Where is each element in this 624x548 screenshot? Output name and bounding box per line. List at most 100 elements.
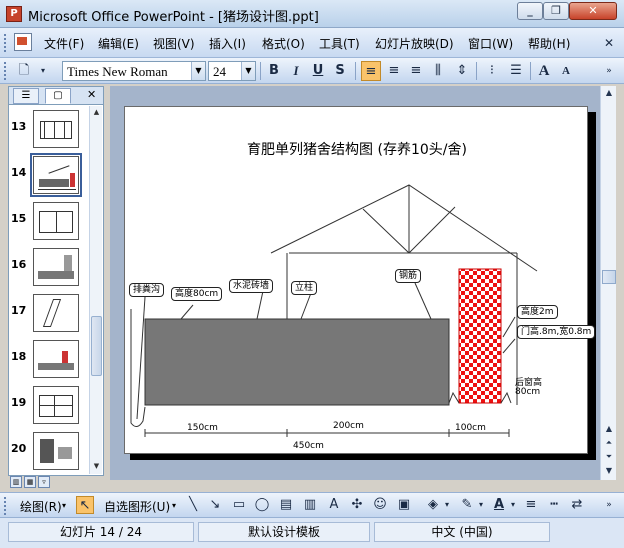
slide-thumbnail-row[interactable]: 14 [9, 152, 89, 198]
next-slide-icon[interactable]: ⏷ [602, 450, 616, 464]
dimension-450cm[interactable]: 450cm [293, 441, 324, 451]
slide-thumbnail-row[interactable]: 17 [9, 290, 89, 336]
slide-thumbnail[interactable] [33, 340, 79, 378]
drain-label[interactable]: 排粪沟 [129, 283, 165, 297]
minimize-button[interactable]: _ [517, 2, 543, 20]
oval-tool-icon[interactable]: ◯ [253, 496, 271, 514]
slide-thumbnail[interactable] [33, 432, 79, 470]
design-template-status[interactable]: 默认设计模板 [198, 522, 370, 542]
slide-thumbnail[interactable] [33, 110, 79, 148]
close-window-button[interactable]: ✕ [569, 2, 617, 20]
scroll-down-icon[interactable]: ▲ [602, 422, 616, 436]
slide-thumbnail-row[interactable]: 16 [9, 244, 89, 290]
menu-view[interactable]: 视图(V) [153, 35, 195, 52]
new-slide-icon[interactable]: 🗋 [14, 61, 34, 81]
chevron-down-icon[interactable]: ▾ [62, 501, 66, 510]
slide-title[interactable]: 育肥单列猪舍结构图 (存养10头/舍) [125, 139, 589, 159]
select-pointer-icon[interactable]: ↖ [76, 496, 94, 514]
slide-thumbnail-row[interactable]: 18 [9, 336, 89, 382]
menu-grip-icon[interactable] [4, 34, 7, 52]
menu-edit[interactable]: 编辑(E) [98, 35, 139, 52]
chevron-down-icon[interactable]: ▼ [241, 62, 255, 80]
slide-thumbnail[interactable] [33, 294, 79, 332]
slide-sorter-view-icon[interactable]: ▦ [24, 476, 36, 488]
slide-thumbnail[interactable] [33, 386, 79, 424]
menu-format[interactable]: 格式(O) [262, 35, 305, 52]
draw-menu[interactable]: 绘图(R) [20, 498, 62, 515]
door-size-label[interactable]: 门高.8m,宽0.8m [517, 325, 596, 339]
height-2m-label[interactable]: 高度2m [517, 305, 558, 319]
dimension-200cm[interactable]: 200cm [333, 421, 364, 431]
align-left-icon[interactable]: ≡ [361, 61, 381, 81]
menu-insert[interactable]: 插入(I) [209, 35, 246, 52]
chevron-down-icon[interactable]: ▾ [442, 496, 452, 514]
grow-font-button[interactable]: A [534, 61, 554, 81]
toolbar-grip-icon[interactable] [4, 62, 7, 80]
powerpoint-app-icon[interactable]: P [6, 6, 22, 22]
height-80cm-label[interactable]: 高度80cm [171, 287, 223, 301]
line-color-icon[interactable]: ✎ [458, 496, 476, 514]
dash-style-icon[interactable]: ┅ [545, 496, 563, 514]
scroll-up-icon[interactable]: ▲ [90, 106, 103, 119]
menu-tools[interactable]: 工具(T) [319, 35, 360, 52]
restore-button[interactable]: ❐ [543, 2, 569, 20]
column-label[interactable]: 立柱 [291, 281, 318, 295]
vertical-textbox-icon[interactable]: ▥ [301, 496, 319, 514]
close-document-icon[interactable]: ✕ [604, 36, 614, 50]
shadow-button[interactable]: S [330, 61, 350, 81]
previous-slide-icon[interactable]: ⏶ [602, 436, 616, 450]
rectangle-tool-icon[interactable]: ▭ [230, 496, 248, 514]
line-style-icon[interactable]: ≡ [522, 496, 540, 514]
menu-help[interactable]: 帮助(H) [528, 35, 570, 52]
outline-tab[interactable]: ☰ [13, 88, 39, 104]
window-height-label-2[interactable]: 80cm [515, 387, 540, 397]
slides-tab[interactable]: ▢ [45, 88, 71, 104]
italic-button[interactable]: I [286, 61, 306, 81]
numbered-list-icon[interactable]: ⁝ [482, 61, 502, 81]
scroll-thumb[interactable] [91, 316, 102, 376]
slide-thumbnail-row[interactable]: 13 [9, 106, 89, 152]
steel-bar-label[interactable]: 钢筋 [395, 269, 422, 283]
slide-thumbnail[interactable] [33, 248, 79, 286]
dimension-100cm[interactable]: 100cm [455, 423, 486, 433]
toolbar-overflow-icon[interactable]: » [602, 496, 616, 514]
font-name-select[interactable]: Times New Roman ▼ [62, 61, 206, 81]
slide-canvas[interactable]: 育肥单列猪舍结构图 (存养10头/舍) 排粪沟 高度80cm 水泥砖墙 立柱 钢… [124, 106, 596, 454]
arrow-tool-icon[interactable]: ↘ [206, 496, 224, 514]
slide-thumbnail-row[interactable]: 20 [9, 428, 89, 474]
chevron-down-icon[interactable]: ▼ [191, 62, 205, 80]
wordart-icon[interactable]: A [325, 496, 343, 514]
toolbar-options-icon[interactable]: ▾ [36, 61, 50, 81]
autoshapes-menu[interactable]: 自选图形(U) [104, 498, 170, 515]
menu-window[interactable]: 窗口(W) [468, 35, 513, 52]
chevron-down-icon[interactable]: ▾ [172, 501, 176, 510]
arrow-style-icon[interactable]: ⇄ [568, 496, 586, 514]
slide-thumbnail-current[interactable] [30, 153, 82, 197]
diagram-icon[interactable]: ✣ [348, 496, 366, 514]
textbox-tool-icon[interactable]: ▤ [277, 496, 295, 514]
chevron-down-icon[interactable]: ▾ [476, 496, 486, 514]
fill-color-icon[interactable]: ◈ [424, 496, 442, 514]
slide-thumbnail-row[interactable]: 19 [9, 382, 89, 428]
scroll-down-icon[interactable]: ▼ [602, 464, 616, 478]
distribute-icon[interactable]: ⫼ [428, 61, 448, 81]
picture-icon[interactable]: ▣ [395, 496, 413, 514]
scroll-up-icon[interactable]: ▲ [602, 86, 616, 100]
normal-view-icon[interactable]: ▥ [10, 476, 22, 488]
document-icon[interactable] [14, 33, 32, 51]
menu-file[interactable]: 文件(F) [44, 35, 84, 52]
bullet-list-icon[interactable]: ☰ [506, 61, 526, 81]
slide-thumbnail[interactable] [33, 202, 79, 240]
align-right-icon[interactable]: ≡ [406, 61, 426, 81]
scroll-down-icon[interactable]: ▼ [90, 460, 103, 473]
clipart-icon[interactable]: ☺ [371, 496, 389, 514]
toolbar-overflow-icon[interactable]: » [602, 61, 616, 81]
cement-wall-label[interactable]: 水泥砖墙 [229, 279, 274, 293]
underline-button[interactable]: U [308, 61, 328, 81]
slide-vertical-scrollbar[interactable]: ▲ ▲ ⏶ ⏷ ▼ [600, 86, 616, 480]
pane-close-icon[interactable]: ✕ [87, 88, 96, 101]
dimension-150cm[interactable]: 150cm [187, 423, 218, 433]
line-spacing-icon[interactable]: ⇕ [452, 61, 472, 81]
menu-slideshow[interactable]: 幻灯片放映(D) [375, 35, 454, 52]
chevron-down-icon[interactable]: ▾ [508, 496, 518, 514]
